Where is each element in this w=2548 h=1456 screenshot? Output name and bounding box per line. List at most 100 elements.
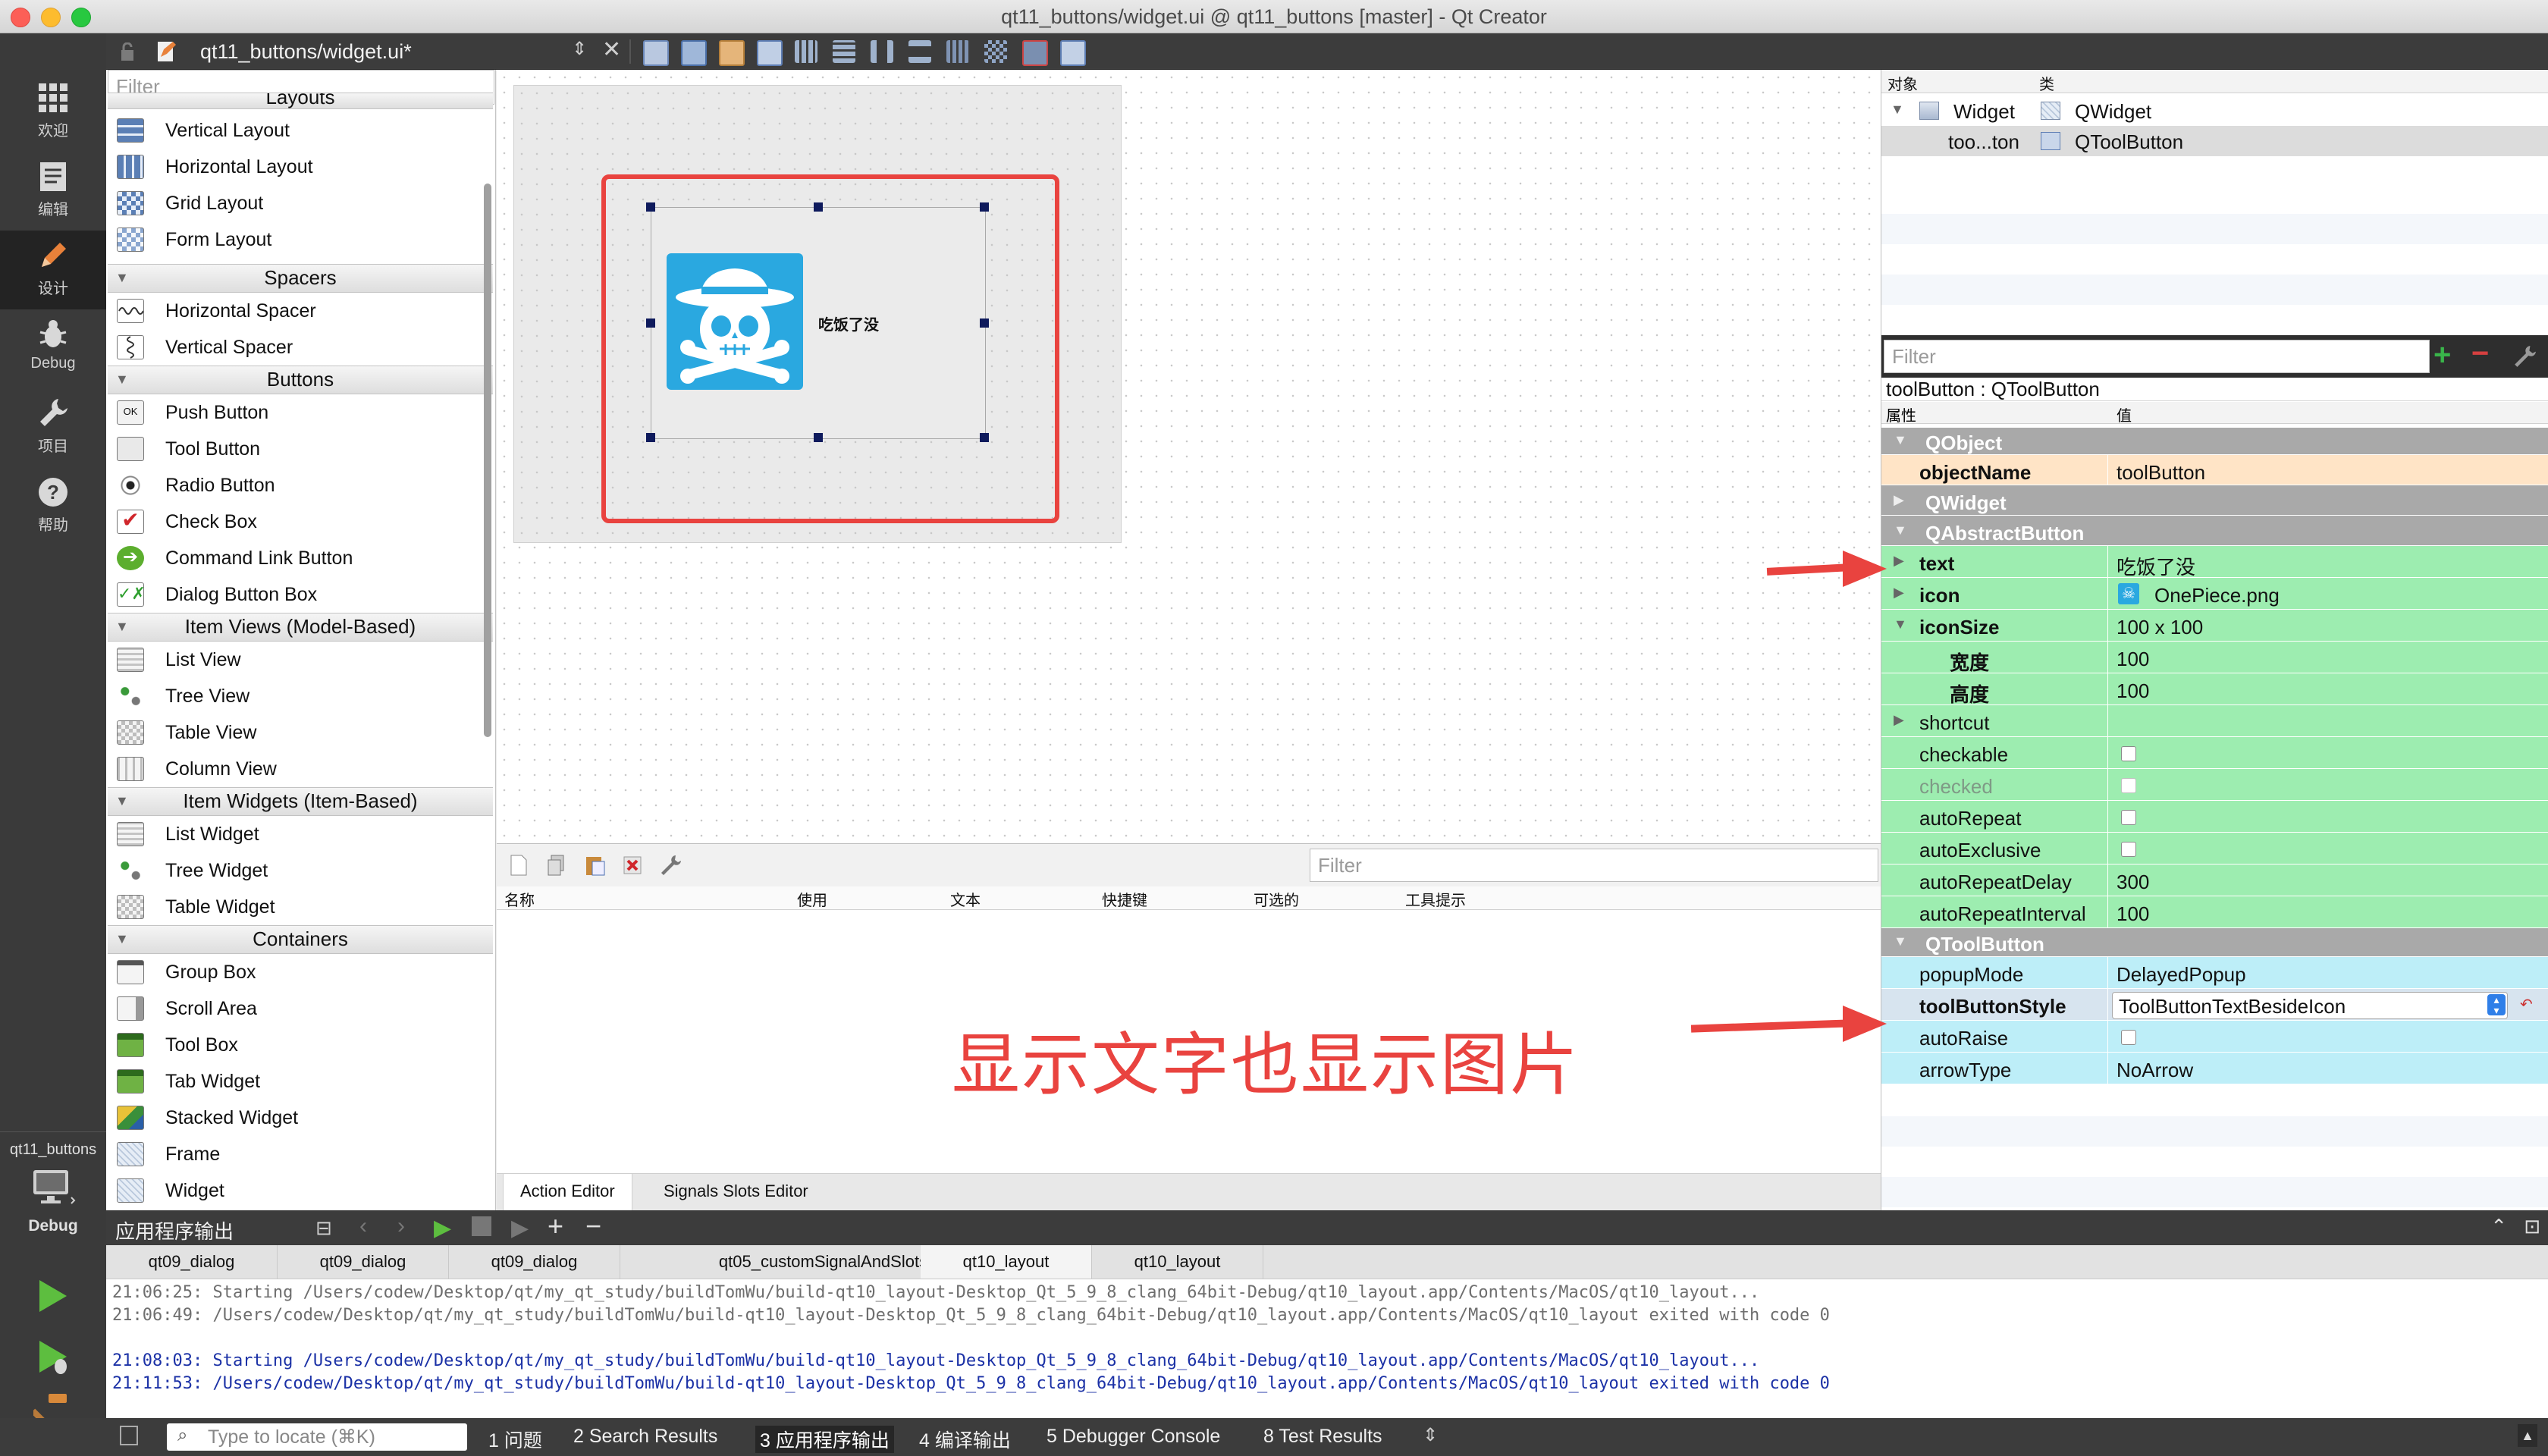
mode-debug[interactable]: Debug: [0, 309, 106, 388]
rerun-icon[interactable]: ▶: [434, 1215, 451, 1241]
prop-row-height[interactable]: 高度 100: [1881, 673, 2548, 706]
close-pane-icon[interactable]: ⊡: [2524, 1215, 2540, 1238]
widget-item-list-widget[interactable]: List Widget: [108, 816, 487, 852]
expand-triangle-icon[interactable]: ▶: [1894, 585, 1904, 601]
prop-row-popupMode[interactable]: popupMode DelayedPopup: [1881, 957, 2548, 989]
auto-raise-checkbox[interactable]: [2121, 1030, 2136, 1045]
column-header[interactable]: 对象: [1887, 72, 1918, 94]
widget-item-horizontal-layout[interactable]: Horizontal Layout: [108, 149, 487, 185]
prop-row-autoRaise[interactable]: autoRaise: [1881, 1021, 2548, 1053]
pane-debugger-console[interactable]: 5 Debugger Console: [1046, 1426, 1220, 1448]
expand-triangle-icon[interactable]: ▶: [1894, 712, 1904, 728]
prop-row-toolButtonStyle[interactable]: toolButtonStyle ToolButtonTextBesideIcon…: [1881, 989, 2548, 1021]
group-qabstractbutton[interactable]: ▼ QAbstractButton: [1881, 516, 2548, 546]
category-item-widgets[interactable]: ▼ Item Widgets (Item-Based): [108, 787, 493, 816]
widget-item-tab-widget[interactable]: Tab Widget: [108, 1063, 487, 1100]
column-header[interactable]: 属性: [1886, 403, 1916, 425]
new-action-icon[interactable]: [507, 854, 530, 877]
widget-item-frame[interactable]: Frame: [108, 1136, 487, 1172]
design-canvas[interactable]: 吃饭了没: [497, 70, 1881, 843]
close-file-icon[interactable]: ✕: [602, 36, 621, 63]
prop-row-text[interactable]: ▶ text 吃饭了没: [1881, 546, 2548, 579]
layout-splitter-vertical-icon[interactable]: [908, 40, 931, 63]
pane-issues[interactable]: 1 问题: [488, 1426, 542, 1453]
output-tab[interactable]: qt09_dialog: [278, 1245, 449, 1279]
output-tab[interactable]: qt09_dialog: [106, 1245, 278, 1279]
file-selector-arrows[interactable]: ⇕: [572, 38, 587, 60]
widget-item-column-view[interactable]: Column View: [108, 751, 487, 787]
widget-item-tool-box[interactable]: Tool Box: [108, 1027, 487, 1063]
widget-item-list-view[interactable]: List View: [108, 642, 487, 678]
kit-selector[interactable]: qt11_buttons Debug: [0, 1131, 106, 1299]
form-widget[interactable]: 吃饭了没: [513, 85, 1122, 543]
add-dynamic-property-icon[interactable]: +: [2433, 338, 2451, 372]
object-row-toolbutton[interactable]: too...ton QToolButton: [1881, 126, 2548, 156]
reset-property-icon[interactable]: ↶: [2520, 995, 2533, 1014]
column-header[interactable]: 工具提示: [1405, 888, 1466, 910]
widget-item-radio-button[interactable]: Radio Button: [108, 467, 487, 504]
remove-dynamic-property-icon[interactable]: −: [2471, 337, 2489, 371]
debug-run-icon[interactable]: [33, 1338, 71, 1376]
prop-row-autoExclusive[interactable]: autoExclusive: [1881, 833, 2548, 864]
widget-box-scrollbar[interactable]: [484, 184, 491, 737]
prop-row-shortcut[interactable]: ▶ shortcut: [1881, 705, 2548, 737]
break-layout-icon[interactable]: [1022, 40, 1048, 66]
group-qobject[interactable]: ▼ QObject: [1881, 428, 2548, 455]
maximize-pane-icon[interactable]: ⌃: [2490, 1215, 2507, 1238]
column-header[interactable]: 名称: [504, 888, 535, 910]
widget-item-vertical-layout[interactable]: Vertical Layout: [108, 112, 487, 149]
category-spacers[interactable]: ▼ Spacers: [108, 264, 493, 293]
layout-horizontal-icon[interactable]: [795, 40, 817, 63]
object-row-widget[interactable]: ▼ Widget QWidget: [1881, 96, 2548, 126]
prop-row-icon[interactable]: ▶ icon ☠ OnePiece.png: [1881, 578, 2548, 610]
mode-projects[interactable]: 项目: [0, 388, 106, 467]
expand-triangle-icon[interactable]: ▶: [1894, 553, 1904, 569]
widget-item-push-button[interactable]: OK Push Button: [108, 394, 487, 431]
column-header[interactable]: 使用: [797, 888, 827, 910]
mode-welcome[interactable]: 欢迎: [0, 73, 106, 152]
column-header[interactable]: 快捷键: [1102, 888, 1147, 910]
prop-row-objectName[interactable]: objectName toolButton: [1881, 455, 2548, 487]
output-tab[interactable]: qt09_dialog: [449, 1245, 620, 1279]
attach-icon[interactable]: ⊟: [315, 1216, 332, 1240]
auto-repeat-checkbox[interactable]: [2121, 810, 2136, 825]
prop-row-checkable[interactable]: checkable: [1881, 737, 2548, 769]
widget-item-form-layout[interactable]: Form Layout: [108, 221, 487, 258]
zoom-out-icon[interactable]: −: [585, 1210, 601, 1242]
checkable-checkbox[interactable]: [2121, 746, 2136, 761]
widget-item-tree-widget[interactable]: Tree Widget: [108, 852, 487, 889]
widget-item-tool-button[interactable]: Tool Button: [108, 431, 487, 467]
configure-icon[interactable]: [2512, 344, 2537, 369]
category-item-views[interactable]: ▼ Item Views (Model-Based): [108, 613, 493, 642]
more-panes-icon[interactable]: ⇕: [1423, 1424, 1438, 1446]
layout-form-icon[interactable]: [946, 40, 969, 63]
zoom-in-icon[interactable]: +: [548, 1210, 563, 1242]
pane-search-results[interactable]: 2 Search Results: [573, 1426, 717, 1448]
tool-button-style-select[interactable]: ToolButtonTextBesideIcon ▴ ▾: [2112, 992, 2508, 1019]
edit-signals-slots-icon[interactable]: [681, 40, 707, 66]
edit-tab-order-icon[interactable]: [757, 40, 783, 66]
delete-action-icon[interactable]: [621, 854, 644, 877]
widget-item-widget[interactable]: Widget: [108, 1172, 487, 1209]
edit-widgets-icon[interactable]: [643, 40, 669, 66]
widget-item-group-box[interactable]: Group Box: [108, 954, 487, 990]
prop-row-autoRepeatInterval[interactable]: autoRepeatInterval 100: [1881, 896, 2548, 928]
action-filter-input[interactable]: Filter: [1310, 849, 1878, 882]
widget-item-table-view[interactable]: Table View: [108, 714, 487, 751]
layout-grid-icon[interactable]: [984, 40, 1007, 63]
column-header[interactable]: 可选的: [1254, 888, 1299, 910]
layout-vertical-icon[interactable]: [833, 40, 855, 63]
column-header[interactable]: 文本: [950, 888, 981, 910]
prop-row-width[interactable]: 宽度 100: [1881, 642, 2548, 674]
collapse-triangle-icon[interactable]: ▼: [1894, 617, 1907, 632]
pane-compile-output[interactable]: 4 编译输出: [919, 1426, 1011, 1453]
widget-item-horizontal-spacer[interactable]: Horizontal Spacer: [108, 293, 487, 329]
widget-item-table-widget[interactable]: Table Widget: [108, 889, 487, 925]
layout-splitter-horizontal-icon[interactable]: [871, 40, 893, 63]
widget-item-dialog-button-box[interactable]: ✓✗ Dialog Button Box: [108, 576, 487, 613]
paste-action-icon[interactable]: [583, 854, 606, 877]
category-layouts[interactable]: Layouts: [108, 93, 493, 109]
widget-item-check-box[interactable]: ✔ Check Box: [108, 504, 487, 540]
auto-exclusive-checkbox[interactable]: [2121, 842, 2136, 857]
widget-item-stacked-widget[interactable]: Stacked Widget: [108, 1100, 487, 1136]
